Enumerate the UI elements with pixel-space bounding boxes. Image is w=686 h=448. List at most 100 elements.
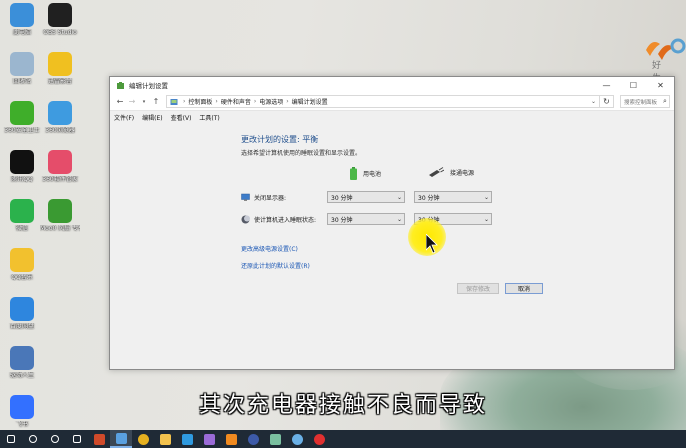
taskbar-button[interactable] [308, 430, 330, 448]
breadcrumb-hardware-sound[interactable]: 硬件和声音 [221, 97, 251, 106]
plugged-in-column-label: 接通电源 [450, 169, 475, 177]
close-button[interactable]: ✕ [647, 77, 674, 93]
desktop-icon[interactable]: 微信 [2, 199, 42, 247]
desktop-icon[interactable]: 360安全卫士 [2, 101, 42, 149]
menu-view[interactable]: 查看(V) [171, 113, 192, 122]
recent-dropdown-icon[interactable]: ▾ [138, 99, 150, 105]
app-icon [269, 433, 281, 445]
menu-tools[interactable]: 工具(T) [199, 113, 219, 122]
taskbar-button[interactable] [198, 430, 220, 448]
sleep-battery-select[interactable]: 30 分钟 ⌄ [327, 213, 405, 225]
360-browser-icon [48, 101, 72, 125]
breadcrumb-power-options[interactable]: 电源选项 [259, 97, 283, 106]
desktop-icon[interactable]: 回收站 [2, 52, 42, 100]
chevron-down-icon: ⌄ [483, 215, 490, 223]
desktop-icon[interactable]: OBS Studio [40, 3, 80, 51]
title-bar[interactable]: 编辑计划设置 — ☐ ✕ [110, 77, 674, 93]
desktop-icon[interactable]: 百度网盘 [2, 297, 42, 345]
360-software-icon [48, 150, 72, 174]
desktop-icon[interactable]: Moo0 风扇 专享 1.43 [40, 199, 80, 247]
power-plug-icon [429, 167, 444, 177]
advanced-power-settings-link[interactable]: 更改高级电源设置(C) [241, 244, 298, 253]
desktop-icon[interactable]: QQ音乐 [2, 248, 42, 296]
taskbar-button[interactable] [242, 430, 264, 448]
address-bar-row: ← → ▾ ↑ › 控制面板 › 硬件和声音 › 电源选项 › 编辑计划设置 ⌄… [110, 93, 674, 111]
taskbar-button[interactable] [286, 430, 308, 448]
menu-file[interactable]: 文件(F) [114, 113, 134, 122]
refresh-button[interactable]: ↻ [600, 95, 614, 108]
chrome-icon [137, 433, 149, 445]
desktop-icon[interactable]: 此电脑 [2, 3, 42, 51]
maximize-button[interactable]: ☐ [620, 77, 647, 93]
taskbar [0, 430, 686, 448]
page-title: 更改计划的设置: 平衡 [241, 135, 319, 144]
restore-defaults-link[interactable]: 还原此计划的默认设置(R) [241, 261, 310, 270]
desktop-icon-label: 驱动人生 [9, 372, 34, 379]
taskbar-button[interactable] [176, 430, 198, 448]
back-arrow-icon[interactable]: ← [114, 97, 126, 106]
page-description: 选择希望计算机使用的睡眠设置和显示设置。 [241, 150, 362, 157]
driver-icon [10, 346, 34, 370]
taskbar-button[interactable] [0, 430, 22, 448]
desktop-icon[interactable]: 360软件管家 [40, 150, 80, 198]
taskbar-button[interactable] [66, 430, 88, 448]
desktop-icon-label: 迅雷影音 [47, 78, 72, 85]
taskbar-button[interactable] [154, 430, 176, 448]
breadcrumb-edit-plan[interactable]: 编辑计划设置 [292, 97, 328, 106]
explorer-icon [159, 433, 171, 445]
taskbar-button[interactable] [132, 430, 154, 448]
monitor-icon [241, 193, 250, 201]
display-plugged-select[interactable]: 30 分钟 ⌄ [414, 191, 492, 203]
forward-arrow-icon[interactable]: → [126, 97, 138, 106]
sleep-label: 使计算机进入睡眠状态: [254, 216, 317, 224]
mouse-pointer-icon [426, 234, 438, 254]
taskbar-button[interactable] [264, 430, 286, 448]
desktop-icon[interactable]: 腾讯QQ [2, 150, 42, 198]
desktop-icon-label: 微信 [15, 225, 28, 232]
plugged-in-column-header: 接通电源 [428, 167, 474, 177]
save-changes-button[interactable]: 保存修改 [457, 283, 499, 294]
cloud-icon [291, 433, 303, 445]
photoshop-icon [181, 433, 193, 445]
desktop-icon-label: 360软件管家 [42, 176, 78, 183]
display-plugged-value: 30 分钟 [418, 194, 440, 202]
search-input[interactable]: 搜索控制面板 ⌕ [620, 95, 670, 108]
battery-column-header: 用电池 [350, 167, 381, 180]
desktop-icon-label: Moo0 风扇 专享 1.43 [40, 225, 80, 232]
desktop-icon-label: 此电脑 [12, 29, 31, 36]
video-subtitle: 其次充电器接触不良而导致 [198, 393, 487, 418]
up-arrow-icon[interactable]: ↑ [150, 97, 162, 106]
desktop-icon-label: QQ音乐 [11, 274, 33, 281]
desktop-icon-label: OBS Studio [43, 29, 77, 36]
battery-icon [350, 167, 357, 180]
taskbar-button[interactable] [44, 430, 66, 448]
baidu-netdisk-icon [10, 297, 34, 321]
wechat-icon [10, 199, 34, 223]
display-battery-select[interactable]: 30 分钟 ⌄ [327, 191, 405, 203]
illustrator-icon [225, 433, 237, 445]
sleep-battery-value: 30 分钟 [331, 216, 353, 224]
address-dropdown-icon[interactable]: ⌄ [587, 98, 599, 105]
edit-plan-settings-window[interactable]: 编辑计划设置 — ☐ ✕ ← → ▾ ↑ › 控制面板 › 硬件和声音 › 电源… [109, 76, 675, 370]
menu-edit[interactable]: 编辑(E) [142, 113, 162, 122]
address-bar[interactable]: › 控制面板 › 硬件和声音 › 电源选项 › 编辑计划设置 ⌄ [166, 95, 600, 108]
powerpoint-icon [93, 433, 105, 445]
taskbar-button[interactable] [220, 430, 242, 448]
recycle-bin-icon [10, 52, 34, 76]
premiere-icon [203, 433, 215, 445]
cancel-button[interactable]: 取消 [505, 283, 543, 294]
computer-icon [10, 3, 34, 27]
control-panel-icon [170, 98, 178, 105]
desktop-icon-label: 腾讯QQ [11, 176, 33, 183]
desktop-icon-label: 360安全卫士 [4, 127, 40, 134]
breadcrumb-control-panel[interactable]: 控制面板 [188, 97, 212, 106]
taskbar-button[interactable] [110, 430, 132, 448]
breadcrumb-separator-icon: › [286, 98, 289, 105]
chevron-down-icon: ⌄ [396, 193, 403, 201]
desktop-icon[interactable]: 迅雷影音 [40, 52, 80, 100]
minimize-button[interactable]: — [593, 77, 620, 93]
desktop-icon[interactable]: 360浏览器 [40, 101, 80, 149]
control-panel-icon [115, 432, 127, 444]
taskbar-button[interactable] [22, 430, 44, 448]
taskbar-button[interactable] [88, 430, 110, 448]
